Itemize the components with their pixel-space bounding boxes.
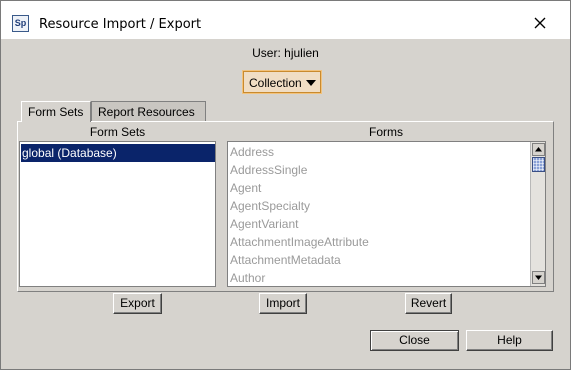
list-item[interactable]: Address xyxy=(229,143,274,161)
import-button[interactable]: Import xyxy=(259,293,307,314)
revert-button[interactable]: Revert xyxy=(405,293,452,314)
tab-form-sets[interactable]: Form Sets xyxy=(21,101,91,122)
scroll-up-button[interactable] xyxy=(532,143,545,156)
app-icon: Sp xyxy=(12,15,29,32)
list-item[interactable]: AgentVariant xyxy=(229,215,299,233)
list-item[interactable]: Author xyxy=(229,269,265,286)
chevron-down-icon xyxy=(306,80,316,86)
export-button[interactable]: Export xyxy=(113,293,162,314)
scroll-down-button[interactable] xyxy=(532,271,545,284)
chevron-up-icon xyxy=(535,147,542,152)
close-icon[interactable] xyxy=(531,14,549,32)
resource-import-export-dialog: Sp Resource Import / Export User: hjulie… xyxy=(0,0,571,370)
help-button[interactable]: Help xyxy=(466,330,553,351)
dropdown-value: Collection xyxy=(249,76,302,90)
list-item[interactable]: global (Database) xyxy=(21,144,215,162)
window-title: Resource Import / Export xyxy=(39,17,202,32)
tab-report-resources[interactable]: Report Resources xyxy=(91,101,206,121)
list-item[interactable]: AgentSpecialty xyxy=(229,197,310,215)
tab-label: Form Sets xyxy=(28,105,84,119)
title-bar[interactable]: Sp Resource Import / Export xyxy=(1,1,570,39)
scroll-thumb[interactable] xyxy=(532,157,545,172)
close-button[interactable]: Close xyxy=(370,330,459,351)
form-sets-header: Form Sets xyxy=(89,125,146,139)
tab-label: Report Resources xyxy=(98,105,195,119)
chevron-down-icon xyxy=(535,275,542,280)
form-sets-list[interactable]: global (Database) xyxy=(19,141,216,287)
list-item[interactable]: AttachmentMetadata xyxy=(229,251,341,269)
list-item[interactable]: AttachmentImageAttribute xyxy=(229,233,369,251)
forms-header: Forms xyxy=(369,125,403,139)
forms-scrollbar[interactable] xyxy=(530,142,545,286)
user-label: User: hjulien xyxy=(252,46,319,60)
list-item[interactable]: Agent xyxy=(229,179,261,197)
list-item[interactable]: AddressSingle xyxy=(229,161,307,179)
forms-list[interactable]: Address AddressSingle Agent AgentSpecial… xyxy=(227,141,546,287)
resource-type-dropdown[interactable]: Collection xyxy=(243,71,321,93)
